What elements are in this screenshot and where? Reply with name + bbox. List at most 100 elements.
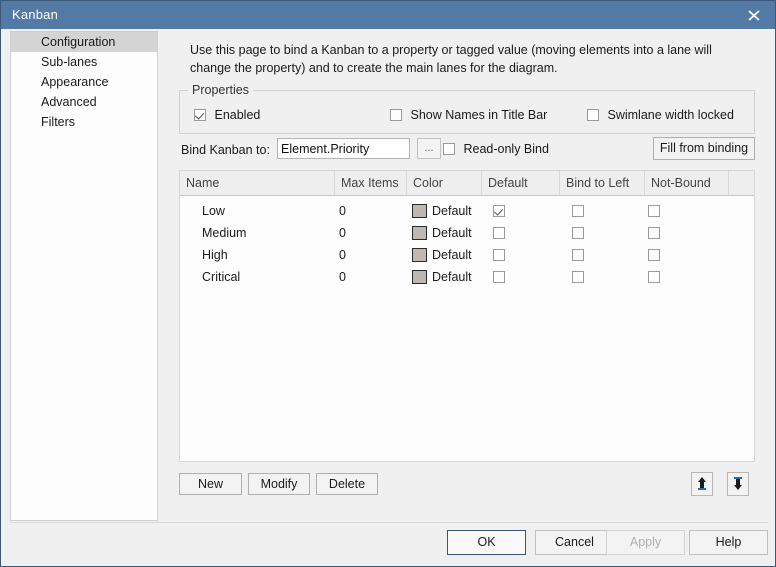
delete-button[interactable]: Delete — [316, 473, 378, 495]
color-swatch[interactable] — [412, 270, 427, 284]
row-not-bound-cell[interactable] — [648, 244, 660, 266]
kanban-dialog: Kanban Configuration Sub-lanes Appearanc… — [0, 0, 776, 567]
read-only-bind-checkbox[interactable] — [443, 143, 455, 155]
row-name: Medium — [202, 226, 247, 240]
show-names-in-title-bar-checkbox[interactable] — [390, 109, 402, 121]
column-header-max-items[interactable]: Max Items — [335, 171, 407, 195]
grid-header-row: Name Max Items Color Default Bind to Lef… — [180, 171, 754, 196]
sidebar-item-appearance[interactable]: Appearance — [11, 72, 157, 92]
move-up-icon — [698, 477, 706, 490]
intro-text: Use this page to bind a Kanban to a prop… — [190, 41, 750, 77]
sidebar-item-configuration[interactable]: Configuration — [11, 32, 157, 52]
row-color-label: Default — [432, 226, 472, 240]
row-default-checkbox[interactable] — [493, 249, 505, 261]
window-title: Kanban — [12, 7, 59, 22]
row-bind-to-left-checkbox[interactable] — [572, 249, 584, 261]
row-default-checkbox[interactable] — [493, 227, 505, 239]
close-icon — [748, 10, 760, 21]
column-header-spacer — [729, 171, 754, 195]
apply-button: Apply — [606, 530, 685, 555]
column-header-default[interactable]: Default — [482, 171, 560, 195]
row-name: High — [202, 248, 228, 262]
row-not-bound-cell[interactable] — [648, 266, 660, 288]
new-button[interactable]: New — [179, 473, 242, 495]
row-default-checkbox[interactable] — [493, 271, 505, 283]
sidebar-item-label: Advanced — [41, 95, 97, 109]
browse-button[interactable]: ... — [417, 138, 441, 159]
help-button[interactable]: Help — [689, 530, 768, 555]
read-only-bind-checkbox-row[interactable]: Read-only Bind — [443, 142, 549, 156]
read-only-bind-label: Read-only Bind — [463, 142, 549, 156]
swimlane-width-locked-checkbox-row[interactable]: Swimlane width locked — [587, 108, 734, 122]
row-color[interactable]: Default — [412, 200, 472, 222]
column-header-not-bound[interactable]: Not-Bound — [645, 171, 729, 195]
configuration-panel: Use this page to bind a Kanban to a prop… — [167, 31, 767, 521]
table-row[interactable]: Critical 0 Default — [180, 266, 754, 288]
table-row[interactable]: Medium 0 Default — [180, 222, 754, 244]
row-not-bound-checkbox[interactable] — [648, 227, 660, 239]
lanes-grid[interactable]: Name Max Items Color Default Bind to Lef… — [179, 170, 755, 462]
fill-from-binding-button[interactable]: Fill from binding — [653, 137, 755, 160]
row-color[interactable]: Default — [412, 266, 472, 288]
row-default-cell[interactable] — [493, 200, 505, 222]
row-max-items: 0 — [339, 270, 346, 284]
row-default-cell[interactable] — [493, 266, 505, 288]
show-names-in-title-bar-label: Show Names in Title Bar — [410, 108, 548, 122]
row-bind-to-left-cell[interactable] — [572, 266, 584, 288]
row-not-bound-cell[interactable] — [648, 200, 660, 222]
color-swatch[interactable] — [412, 226, 427, 240]
enabled-checkbox-row[interactable]: Enabled — [194, 108, 260, 122]
move-down-button[interactable] — [727, 472, 749, 496]
table-row[interactable]: High 0 Default — [180, 244, 754, 266]
sidebar-item-label: Configuration — [41, 35, 116, 49]
row-color-label: Default — [432, 248, 472, 262]
row-bind-to-left-cell[interactable] — [572, 222, 584, 244]
row-name: Low — [202, 204, 225, 218]
sidebar-item-label: Appearance — [41, 75, 109, 89]
row-default-checkbox[interactable] — [493, 205, 505, 217]
color-swatch[interactable] — [412, 248, 427, 262]
column-header-name[interactable]: Name — [180, 171, 335, 195]
move-up-button[interactable] — [691, 472, 713, 496]
modify-button[interactable]: Modify — [248, 473, 310, 495]
row-max-items: 0 — [339, 204, 346, 218]
row-color-label: Default — [432, 204, 472, 218]
table-row[interactable]: Low 0 Default — [180, 200, 754, 222]
row-max-items: 0 — [339, 226, 346, 240]
show-names-in-title-bar-checkbox-row[interactable]: Show Names in Title Bar — [390, 108, 547, 122]
row-default-cell[interactable] — [493, 222, 505, 244]
footer-divider — [10, 522, 768, 523]
sidebar-item-sub-lanes[interactable]: Sub-lanes — [11, 52, 157, 72]
enabled-checkbox[interactable] — [194, 109, 206, 121]
row-not-bound-checkbox[interactable] — [648, 205, 660, 217]
row-default-cell[interactable] — [493, 244, 505, 266]
row-not-bound-checkbox[interactable] — [648, 249, 660, 261]
intro-line-2: change the property) and to create the m… — [190, 61, 558, 75]
row-not-bound-cell[interactable] — [648, 222, 660, 244]
sidebar-item-filters[interactable]: Filters — [11, 112, 157, 132]
row-bind-to-left-cell[interactable] — [572, 244, 584, 266]
swimlane-width-locked-checkbox[interactable] — [587, 109, 599, 121]
row-bind-to-left-checkbox[interactable] — [572, 271, 584, 283]
sidebar-item-advanced[interactable]: Advanced — [11, 92, 157, 112]
sidebar-item-label: Filters — [41, 115, 76, 129]
close-button[interactable] — [731, 1, 775, 29]
intro-line-1: Use this page to bind a Kanban to a prop… — [190, 43, 712, 57]
color-swatch[interactable] — [412, 204, 427, 218]
row-color[interactable]: Default — [412, 222, 472, 244]
row-color[interactable]: Default — [412, 244, 472, 266]
swimlane-width-locked-label: Swimlane width locked — [607, 108, 734, 122]
row-bind-to-left-checkbox[interactable] — [572, 227, 584, 239]
row-color-label: Default — [432, 270, 472, 284]
page-list[interactable]: Configuration Sub-lanes Appearance Advan… — [10, 31, 158, 521]
cancel-button[interactable]: Cancel — [535, 530, 614, 555]
column-header-color[interactable]: Color — [407, 171, 482, 195]
move-down-icon — [734, 477, 742, 490]
row-max-items: 0 — [339, 248, 346, 262]
ok-button[interactable]: OK — [447, 530, 526, 555]
row-bind-to-left-checkbox[interactable] — [572, 205, 584, 217]
row-not-bound-checkbox[interactable] — [648, 271, 660, 283]
bind-kanban-to-input[interactable] — [277, 138, 410, 159]
row-bind-to-left-cell[interactable] — [572, 200, 584, 222]
column-header-bind-to-left[interactable]: Bind to Left — [560, 171, 645, 195]
